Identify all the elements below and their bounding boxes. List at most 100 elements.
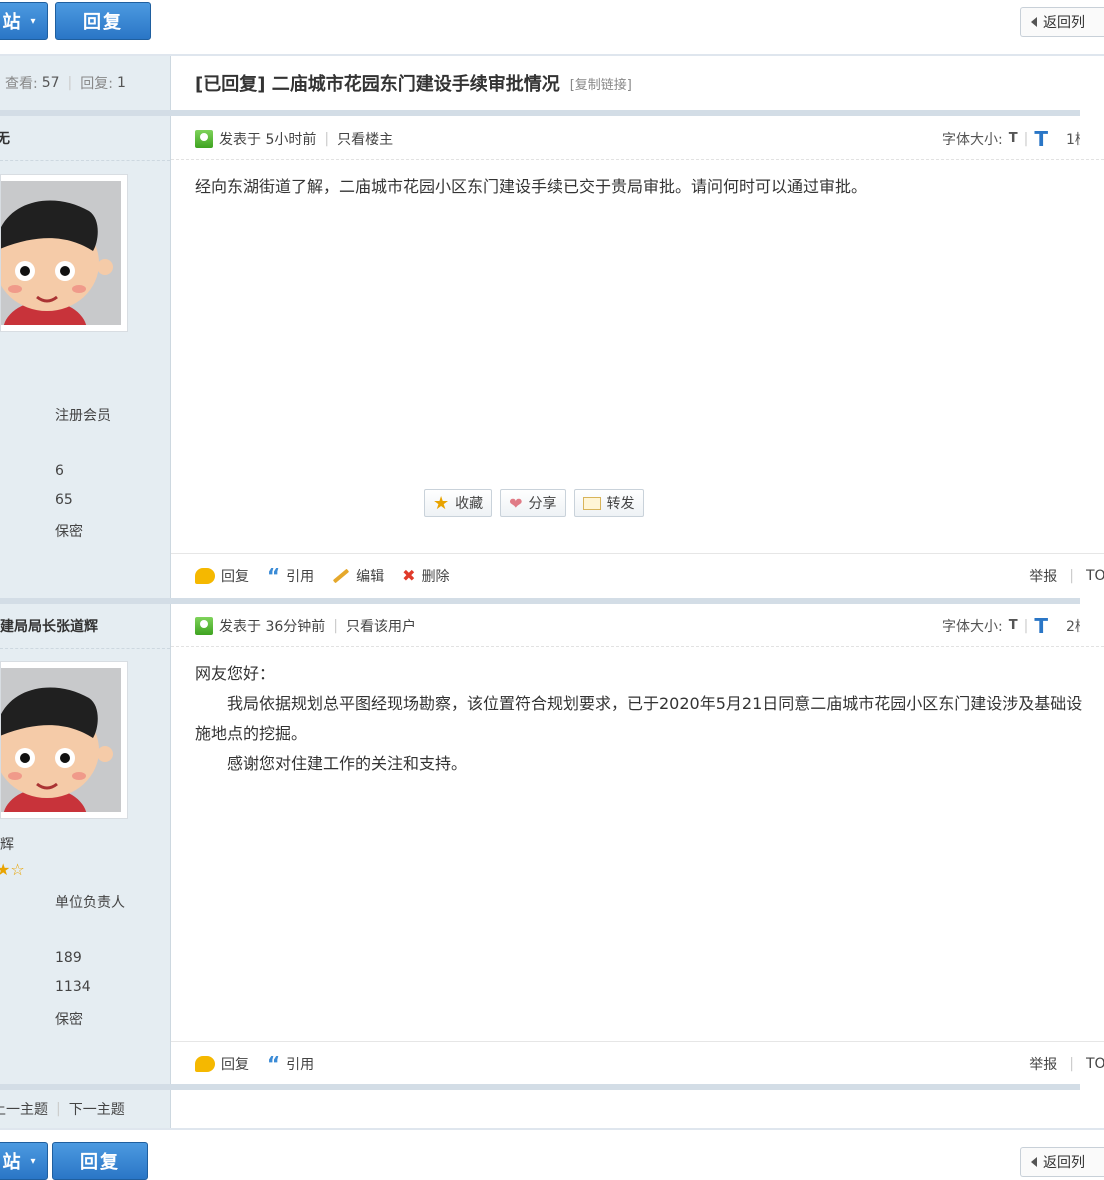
copy-link[interactable]: [复制链接] [570, 74, 632, 93]
edit-label: 编辑 [356, 568, 385, 585]
post-paragraph: 网友您好： [195, 664, 276, 683]
thread-title-row: [已回复] 二庙城市花园东门建设手续审批情况 [复制链接] [171, 56, 1104, 110]
divider: | [333, 617, 338, 634]
post1-author-name[interactable]: 无 [0, 116, 170, 161]
font-size-label: 字体大小: [942, 618, 1003, 635]
new-post-label: 站 [2, 12, 23, 33]
thread-nav: 上一主题 | 下一主题 [0, 1090, 170, 1128]
chevron-down-icon: ▾ [30, 15, 38, 27]
favorite-button[interactable]: ★ 收藏 [424, 489, 493, 517]
reply-button[interactable]: 回复 [55, 2, 151, 40]
user-online-icon [195, 129, 213, 148]
post2-user-group: 单位负责人 [55, 895, 125, 911]
edit-action[interactable]: 编辑 [332, 566, 384, 586]
envelope-icon [582, 496, 601, 510]
next-thread-link[interactable]: 下一主题 [69, 1099, 125, 1119]
reply-action[interactable]: 回复 [195, 566, 249, 586]
divider: | [56, 1101, 61, 1117]
author-name-text: 住建局局长张道辉 [0, 619, 98, 635]
back-to-list-button[interactable]: 返回列 [1020, 1147, 1104, 1177]
post2-content: 网友您好： 我局依据规划总平图经现场勘察，该位置符合规划要求，已于2020年5月… [195, 659, 1085, 779]
post1-meta: 发表于 5小时前 | 只看楼主 字体大小: T | T 1楼 [171, 118, 1104, 160]
share-label: 分享 [528, 496, 557, 512]
share-bar: ★ 收藏 ❤ 分享 转发 [424, 489, 644, 517]
only-user-link[interactable]: 只看该用户 [346, 616, 416, 636]
divider: | [1023, 617, 1029, 634]
delete-action[interactable]: ✖ 删除 [402, 566, 449, 586]
post2-avatar[interactable] [0, 661, 128, 819]
back-label: 返回列 [1043, 1155, 1085, 1171]
divider: | [1023, 130, 1029, 147]
post-paragraph: 感谢您对住建工作的关注和支持。 [227, 754, 468, 773]
replies-label: 回复: [80, 76, 113, 92]
star-icon: ★ [433, 492, 450, 514]
quote-action[interactable]: “ 引用 [267, 1054, 314, 1074]
back-label: 返回列 [1043, 15, 1085, 31]
share-button[interactable]: ❤ 分享 [500, 489, 566, 517]
avatar-image [1, 181, 121, 325]
forward-button[interactable]: 转发 [573, 489, 644, 517]
reply-action[interactable]: 回复 [195, 1054, 249, 1074]
thread-title: [已回复] 二庙城市花园东门建设手续审批情况 [195, 74, 560, 95]
arrow-left-icon [1031, 17, 1037, 27]
floor-number[interactable]: 1楼 [1066, 129, 1080, 149]
post2-author-name[interactable]: 住建局局长张道辉 [0, 604, 170, 649]
chevron-down-icon: ▾ [30, 1155, 38, 1167]
reply-bubble-icon [195, 1055, 215, 1072]
font-size-control: 字体大小: T | T 2楼 [942, 614, 1080, 638]
font-small-icon[interactable]: T [1009, 131, 1018, 146]
reply-label: 回复 [221, 568, 249, 585]
post2-right-actions: 举报 | TOP [1029, 1054, 1104, 1074]
forward-label: 转发 [606, 496, 635, 512]
report-link[interactable]: 举报 [1029, 566, 1057, 586]
post-paragraph: 经向东湖街道了解，二庙城市花园小区东门建设手续已交于贵局审批。请问何时可以通过审… [195, 177, 868, 196]
post1-stat-3: 保密 [55, 524, 83, 540]
delete-label: 删除 [421, 568, 450, 585]
quote-icon: “ [267, 1051, 281, 1076]
back-to-top-link[interactable]: TOP [1086, 568, 1104, 584]
avatar-image [1, 668, 121, 812]
heart-icon: ❤ [509, 493, 523, 513]
back-to-top-link[interactable]: TOP [1086, 1056, 1104, 1072]
new-post-button[interactable]: 站 ▾ [0, 1142, 48, 1180]
views-count: 57 [41, 75, 60, 91]
quote-icon: “ [267, 563, 281, 588]
post-paragraph: 我局依据规划总平图经现场勘察，该位置符合规划要求，已于2020年5月21日同意二… [195, 694, 1083, 743]
quote-label: 引用 [286, 568, 315, 585]
post2-actions: 回复 “ 引用 举报 | TOP [171, 1041, 1104, 1085]
post1-user-group: 注册会员 [55, 408, 111, 424]
reply-bubble-icon [195, 567, 215, 584]
post1-stat-1: 6 [55, 463, 64, 479]
divider: | [1069, 567, 1074, 584]
post2-stat-2: 1134 [55, 979, 91, 995]
rank-stars-icon: ★☆ [0, 860, 25, 879]
divider: | [1069, 1055, 1074, 1072]
user-online-icon [195, 616, 213, 635]
reply-label: 回复 [221, 1056, 249, 1073]
thread-stats: 查看: 57 | 回复: 1 [0, 56, 170, 110]
back-to-list-button[interactable]: 返回列 [1020, 7, 1104, 37]
post2-stat-3: 保密 [55, 1012, 83, 1028]
only-author-link[interactable]: 只看楼主 [337, 129, 393, 149]
divider: | [324, 130, 330, 147]
post2-username-partial: 辉 [0, 837, 14, 853]
divider: | [67, 75, 73, 91]
font-small-icon[interactable]: T [1009, 618, 1018, 633]
font-size-label: 字体大小: [942, 131, 1003, 148]
post1-stat-2: 65 [55, 492, 73, 508]
post1-avatar[interactable] [0, 174, 128, 332]
prev-thread-link[interactable]: 上一主题 [0, 1099, 48, 1119]
report-link[interactable]: 举报 [1029, 1054, 1057, 1074]
floor-number[interactable]: 2楼 [1066, 616, 1080, 636]
new-post-button[interactable]: 站 ▾ [0, 2, 48, 40]
post2-stat-1: 189 [55, 950, 82, 966]
reply-button[interactable]: 回复 [52, 1142, 148, 1180]
quote-label: 引用 [286, 1056, 315, 1073]
post2-meta: 发表于 36分钟前 | 只看该用户 字体大小: T | T 2楼 [171, 605, 1104, 647]
font-large-icon[interactable]: T [1034, 127, 1048, 151]
author-name-text: 无 [0, 131, 10, 147]
pencil-icon [332, 568, 350, 583]
top-toolbar: 站 ▾ 回复 返回列 [0, 0, 1104, 56]
quote-action[interactable]: “ 引用 [267, 566, 314, 586]
font-large-icon[interactable]: T [1034, 614, 1048, 638]
